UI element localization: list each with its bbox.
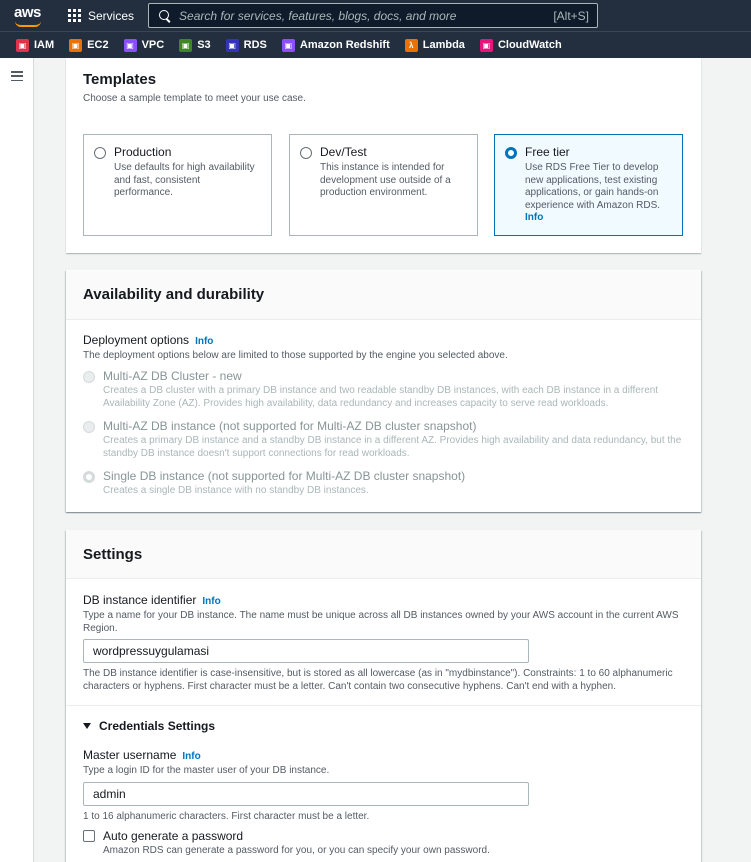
divider xyxy=(66,705,701,706)
auto-generate-password-desc: Amazon RDS can generate a password for y… xyxy=(103,845,490,856)
vpc-icon: ▣ xyxy=(123,38,137,52)
radio-multi-az-instance xyxy=(83,421,95,433)
template-title: Free tier xyxy=(525,145,570,159)
deployment-options-group: Deployment options Info The deployment o… xyxy=(83,333,508,363)
favorite-lambda[interactable]: λ Lambda xyxy=(404,38,465,52)
credentials-settings-toggle[interactable]: Credentials Settings xyxy=(83,719,215,733)
cloudwatch-icon: ▣ xyxy=(479,38,493,52)
aws-logo[interactable]: aws xyxy=(14,0,58,31)
option-title: Single DB instance (not supported for Mu… xyxy=(103,469,466,483)
favorite-cloudwatch[interactable]: ▣ CloudWatch xyxy=(479,38,562,52)
deployment-info-link[interactable]: Info xyxy=(195,336,213,347)
template-description: Use RDS Free Tier to develop new applica… xyxy=(525,162,661,211)
grid-icon xyxy=(68,9,81,22)
aws-smile-icon xyxy=(15,21,41,27)
template-option-free-tier[interactable]: Free tier Use RDS Free Tier to develop n… xyxy=(494,134,683,236)
settings-title: Settings xyxy=(83,546,143,563)
favorite-redshift[interactable]: ▣ Amazon Redshift xyxy=(281,38,390,52)
services-label: Services xyxy=(88,8,135,23)
deployment-option-multi-az-instance: Multi-AZ DB instance (not supported for … xyxy=(83,419,683,460)
template-option-dev-test[interactable]: Dev/Test This instance is intended for d… xyxy=(289,134,478,236)
templates-title: Templates xyxy=(83,71,157,88)
master-username-group: Master username Info Type a login ID for… xyxy=(83,748,688,778)
favorite-vpc[interactable]: ▣ VPC xyxy=(123,38,165,52)
radio-free-tier[interactable] xyxy=(505,147,517,159)
auto-generate-password-group: Auto generate a password Amazon RDS can … xyxy=(103,829,490,858)
settings-panel: Settings DB instance identifier Info Typ… xyxy=(66,530,701,862)
lambda-icon: λ xyxy=(404,38,418,52)
aws-logo-text: aws xyxy=(14,4,41,21)
favorite-label: Lambda xyxy=(422,39,465,51)
radio-dev-test[interactable] xyxy=(300,147,312,159)
templates-subtitle: Choose a sample template to meet your us… xyxy=(83,93,306,104)
radio-multi-az-cluster xyxy=(83,371,95,383)
search-shortcut: [Alt+S] xyxy=(553,8,590,23)
templates-header: Templates Choose a sample template to me… xyxy=(83,71,306,104)
option-title: Multi-AZ DB Cluster - new xyxy=(103,369,242,383)
template-title: Dev/Test xyxy=(320,145,367,159)
favorite-rds[interactable]: ▣ RDS xyxy=(225,38,267,52)
availability-header: Availability and durability xyxy=(66,270,701,320)
master-username-desc: Type a login ID for the master user of y… xyxy=(83,765,330,776)
favorite-ec2[interactable]: ▣ EC2 xyxy=(69,38,109,52)
db-identifier-desc: Type a name for your DB instance. The na… xyxy=(83,610,679,634)
template-description: This instance is intended for developmen… xyxy=(320,162,451,198)
iam-icon: ▣ xyxy=(16,38,29,52)
free-tier-info-link[interactable]: Info xyxy=(525,212,670,223)
option-description: Creates a primary DB instance and a stan… xyxy=(103,435,682,459)
top-navigation: aws Services Search for services, featur… xyxy=(0,0,751,31)
availability-title: Availability and durability xyxy=(83,286,265,303)
template-option-production[interactable]: Production Use defaults for high availab… xyxy=(83,134,272,236)
option-description: Creates a DB cluster with a primary DB i… xyxy=(103,385,659,409)
favorite-label: CloudWatch xyxy=(497,39,562,51)
rds-icon: ▣ xyxy=(225,38,239,52)
services-button[interactable]: Services xyxy=(58,0,140,31)
auto-generate-password-checkbox[interactable] xyxy=(83,830,95,842)
option-title: Multi-AZ DB instance (not supported for … xyxy=(103,419,477,433)
favorite-label: VPC xyxy=(141,39,165,51)
redshift-icon: ▣ xyxy=(281,38,295,52)
settings-header: Settings xyxy=(66,530,701,579)
templates-panel: Templates Choose a sample template to me… xyxy=(66,58,701,253)
master-username-info-link[interactable]: Info xyxy=(182,751,200,762)
favorite-label: EC2 xyxy=(87,39,109,51)
db-identifier-constraints: The DB instance identifier is case-insen… xyxy=(83,668,673,692)
db-identifier-label: DB instance identifier xyxy=(83,593,197,607)
deployment-options-label: Deployment options xyxy=(83,333,190,347)
favorite-label: RDS xyxy=(243,39,267,51)
favorite-label: IAM xyxy=(34,39,55,51)
side-navigation-rail xyxy=(0,58,34,862)
ec2-icon: ▣ xyxy=(69,38,83,52)
favorite-s3[interactable]: ▣ S3 xyxy=(179,38,211,52)
master-username-constraints: 1 to 16 alphanumeric characters. First c… xyxy=(83,811,370,822)
deployment-option-multi-az-cluster: Multi-AZ DB Cluster - new Creates a DB c… xyxy=(83,369,683,410)
search-icon xyxy=(159,9,171,22)
favorite-label: S3 xyxy=(197,39,211,51)
master-username-input[interactable]: admin xyxy=(83,782,529,806)
caret-down-icon xyxy=(83,723,91,729)
option-description: Creates a single DB instance with no sta… xyxy=(103,485,369,496)
template-title: Production xyxy=(114,145,172,159)
db-identifier-info-link[interactable]: Info xyxy=(202,596,220,607)
db-identifier-input[interactable]: wordpressuygulamasi xyxy=(83,639,529,663)
radio-single-instance xyxy=(83,471,95,483)
deployment-option-single-instance: Single DB instance (not supported for Mu… xyxy=(83,469,683,498)
favorite-label: Amazon Redshift xyxy=(299,39,390,51)
search-input[interactable]: Search for services, features, blogs, do… xyxy=(148,3,599,28)
s3-icon: ▣ xyxy=(179,38,193,52)
favorites-bar: ▣ IAM ▣ EC2 ▣ VPC ▣ S3 ▣ RDS ▣ Amazon Re… xyxy=(0,31,751,58)
db-identifier-group: DB instance identifier Info Type a name … xyxy=(83,593,688,635)
favorite-iam[interactable]: ▣ IAM xyxy=(16,38,55,52)
auto-generate-password-label: Auto generate a password xyxy=(103,829,244,843)
menu-icon[interactable] xyxy=(11,71,23,82)
search-placeholder: Search for services, features, blogs, do… xyxy=(179,8,457,23)
master-username-label: Master username xyxy=(83,748,177,762)
availability-panel: Availability and durability Deployment o… xyxy=(66,270,701,512)
credentials-settings-label: Credentials Settings xyxy=(99,719,216,733)
deployment-options-desc: The deployment options below are limited… xyxy=(83,350,508,361)
template-description: Use defaults for high availability and f… xyxy=(114,162,255,198)
radio-production[interactable] xyxy=(94,147,106,159)
